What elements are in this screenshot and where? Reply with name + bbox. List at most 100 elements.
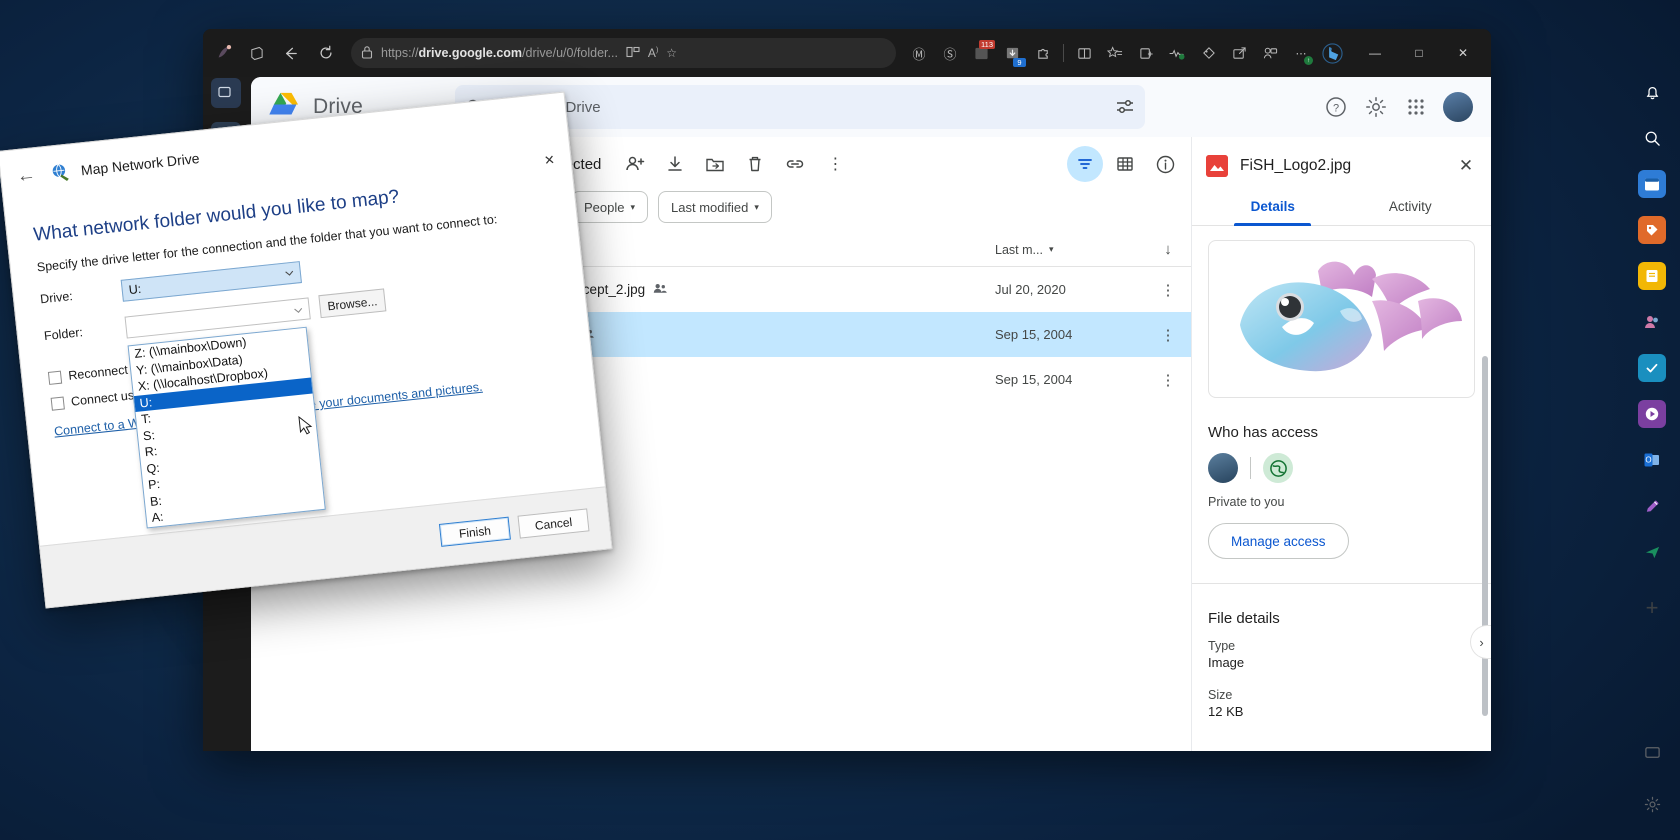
access-avatars-row xyxy=(1208,453,1475,483)
image-jpg-icon xyxy=(1206,155,1228,177)
file-modified-cell: Jul 20, 2020 xyxy=(995,282,1066,297)
drive-letter-dropdown-list[interactable]: Z: (\\mainbox\Down) Y: (\\mainbox\Data) … xyxy=(127,326,326,529)
collections-icon[interactable] xyxy=(1131,38,1161,68)
file-detail-row: Size 12 KB xyxy=(1208,688,1475,719)
people-icon[interactable] xyxy=(1638,308,1666,336)
split-screen-icon[interactable] xyxy=(626,45,640,62)
favorites-star-icon[interactable] xyxy=(1100,38,1130,68)
row-more-actions-icon[interactable]: ⋮ xyxy=(1155,281,1181,299)
s-extension-icon[interactable]: Ⓢ xyxy=(935,38,965,68)
address-bar-url: https://drive.google.com/drive/u/0/folde… xyxy=(381,46,618,60)
split-screen-extension-icon[interactable] xyxy=(1069,38,1099,68)
download-icon[interactable] xyxy=(657,146,693,182)
download-extension-badge: 9 xyxy=(1013,58,1026,67)
row-more-actions-icon[interactable]: ⋮ xyxy=(1155,326,1181,344)
filter-toggle-icon[interactable] xyxy=(1067,146,1103,182)
tab-activity[interactable]: Activity xyxy=(1342,187,1480,225)
read-aloud-icon[interactable]: A) xyxy=(648,46,658,60)
cancel-button[interactable]: Cancel xyxy=(517,508,590,539)
file-modified-cell: Sep 15, 2004 xyxy=(995,372,1073,387)
taskview-icon[interactable] xyxy=(211,78,241,108)
people-filter-chip[interactable]: People ▾ xyxy=(571,191,649,223)
browser-profile-icon[interactable] xyxy=(209,37,239,69)
monica-extension-icon[interactable]: Ⓜ xyxy=(904,38,934,68)
details-content: Who has access Private to you Manage acc… xyxy=(1192,226,1491,751)
close-window-button[interactable]: ✕ xyxy=(1441,36,1485,70)
add-tool-icon[interactable]: + xyxy=(1638,594,1666,622)
search-input-placeholder: Search in Drive xyxy=(498,99,1101,116)
copilot-people-icon[interactable] xyxy=(1255,38,1285,68)
close-dialog-icon[interactable]: ✕ xyxy=(538,149,562,171)
column-header-modified-label: Last m... xyxy=(995,242,1043,257)
outlook-icon[interactable]: O xyxy=(1638,446,1666,474)
modified-filter-chip[interactable]: Last modified ▾ xyxy=(658,191,772,223)
file-detail-key: Size xyxy=(1208,688,1233,702)
search-options-icon[interactable] xyxy=(1115,97,1135,117)
browser-tabs-icon[interactable] xyxy=(241,37,271,69)
sort-direction-icon[interactable]: ↓ xyxy=(1155,241,1181,258)
dock-layout-icon[interactable] xyxy=(1638,738,1666,766)
details-scrollbar[interactable] xyxy=(1482,356,1488,716)
file-detail-row: Type Image xyxy=(1208,639,1475,670)
browser-back-button[interactable] xyxy=(273,37,307,69)
globe-icon[interactable] xyxy=(1263,453,1293,483)
details-info-icon[interactable] xyxy=(1147,146,1183,182)
details-file-name: FiSH_Logo2.jpg xyxy=(1240,157,1352,174)
puzzle-extensions-icon[interactable] xyxy=(1028,38,1058,68)
extensions-row: Ⓜ Ⓢ 113 9 ⋯ ↑ xyxy=(904,38,1347,68)
close-details-icon[interactable]: ✕ xyxy=(1453,156,1479,176)
help-icon[interactable]: ? xyxy=(1323,94,1349,120)
more-actions-icon[interactable]: ⋮ xyxy=(817,146,853,182)
download-extension-icon[interactable]: 9 xyxy=(997,38,1027,68)
tasks-check-icon[interactable] xyxy=(1638,354,1666,382)
bing-chat-icon[interactable] xyxy=(1317,38,1347,68)
file-detail-value: 12 KB xyxy=(1208,704,1244,719)
maximize-button[interactable]: □ xyxy=(1397,36,1441,70)
grid-view-icon[interactable] xyxy=(1107,146,1143,182)
notifications-bell-icon[interactable] xyxy=(1638,78,1666,106)
row-more-actions-icon[interactable]: ⋮ xyxy=(1155,371,1181,389)
drive-header-actions: ? xyxy=(1323,92,1477,122)
file-details-title: File details xyxy=(1208,610,1280,627)
dock-settings-icon[interactable] xyxy=(1638,790,1666,818)
search-icon[interactable] xyxy=(1638,124,1666,152)
dialog-title: Map Network Drive xyxy=(80,150,201,179)
reconnect-checkbox[interactable] xyxy=(47,370,63,385)
tab-details[interactable]: Details xyxy=(1204,187,1342,226)
notes-icon[interactable] xyxy=(1638,262,1666,290)
counter-extension-icon[interactable]: 113 xyxy=(966,38,996,68)
move-to-folder-icon[interactable] xyxy=(697,146,733,182)
shopping-tag-icon[interactable] xyxy=(1193,38,1223,68)
column-header-modified[interactable]: Last m... ▾ xyxy=(995,243,1155,257)
add-favorite-star-icon[interactable]: ☆ xyxy=(666,46,677,60)
manage-access-button[interactable]: Manage access xyxy=(1208,523,1349,559)
browser-refresh-button[interactable] xyxy=(309,37,343,69)
minimize-button[interactable]: — xyxy=(1353,36,1397,70)
google-apps-grid-icon[interactable] xyxy=(1403,94,1429,120)
window-controls: — □ ✕ xyxy=(1353,36,1485,70)
avatar[interactable] xyxy=(1208,453,1238,483)
media-play-icon[interactable] xyxy=(1638,400,1666,428)
svg-text:?: ? xyxy=(1333,103,1339,115)
settings-gear-icon[interactable] xyxy=(1363,94,1389,120)
chevron-down-icon xyxy=(284,268,294,279)
back-arrow-icon[interactable]: ← xyxy=(10,160,43,193)
drive-letter-value: U: xyxy=(128,281,142,298)
edit-pen-icon[interactable] xyxy=(1638,492,1666,520)
map-network-drive-dialog: ← Map Network Drive ✕ What network folde… xyxy=(0,91,613,609)
user-avatar[interactable] xyxy=(1443,92,1473,122)
performance-heart-icon[interactable] xyxy=(1162,38,1192,68)
credentials-checkbox[interactable] xyxy=(50,395,65,411)
share-icon[interactable] xyxy=(617,146,653,182)
get-link-icon[interactable] xyxy=(777,146,813,182)
chevron-down-icon xyxy=(293,302,303,317)
shopping-tag-icon[interactable] xyxy=(1638,216,1666,244)
finish-button[interactable]: Finish xyxy=(438,516,511,547)
delete-trash-icon[interactable] xyxy=(737,146,773,182)
people-filter-label: People xyxy=(584,199,625,215)
more-options-icon[interactable]: ⋯ ↑ xyxy=(1286,38,1316,68)
address-bar[interactable]: https://drive.google.com/drive/u/0/folde… xyxy=(351,38,896,68)
send-icon[interactable] xyxy=(1638,538,1666,566)
calendar-icon[interactable] xyxy=(1638,170,1666,198)
share-icon[interactable] xyxy=(1224,38,1254,68)
